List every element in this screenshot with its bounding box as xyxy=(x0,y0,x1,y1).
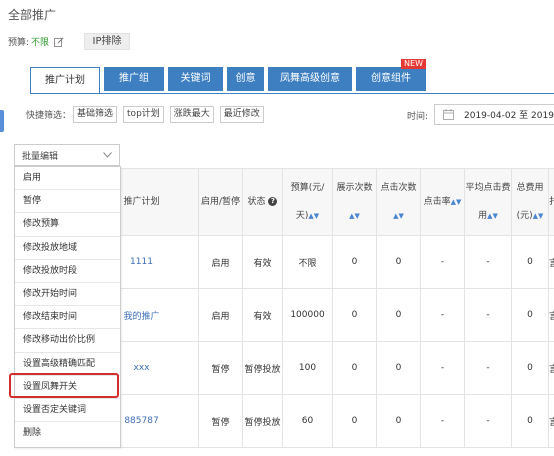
col-toggle: 启用/暂停 xyxy=(198,168,243,236)
tab-creative-components-label: 创意组件 xyxy=(371,73,411,84)
budget-cell[interactable]: 不限 xyxy=(282,235,333,289)
toggle-cell[interactable]: 启用 xyxy=(198,235,243,289)
ctr-cell: - xyxy=(420,288,465,342)
quick-filter-basic[interactable]: 基础筛选 xyxy=(73,106,118,123)
col-budget[interactable]: 预算(元/天)▲▼ xyxy=(282,168,333,236)
sort-icon[interactable]: ▲▼ xyxy=(349,212,360,220)
budget-cell[interactable]: 100 xyxy=(282,341,333,395)
chevron-down-icon xyxy=(103,152,112,158)
cost-cell: 0 xyxy=(511,341,549,395)
tab-keywords[interactable]: 关键词 xyxy=(168,67,223,91)
col-status: 状态 ? xyxy=(242,168,283,236)
sort-icon[interactable]: ▲▼ xyxy=(533,212,544,220)
sort-icon[interactable]: ▲▼ xyxy=(308,212,319,220)
edit-icon[interactable] xyxy=(54,37,64,47)
budget-cell[interactable]: 60 xyxy=(282,394,333,448)
status-cell: 有效 xyxy=(242,235,283,289)
col-status-label: 状态 xyxy=(247,197,266,207)
clicks-cell: 0 xyxy=(376,341,421,395)
menu-item-negative-keywords[interactable]: 设置否定关键词 xyxy=(15,399,120,423)
col-ctr-label: 点击率 xyxy=(423,197,451,207)
new-badge: NEW xyxy=(401,59,426,69)
menu-item-edit-start-time[interactable]: 修改开始时间 xyxy=(15,283,120,307)
extra-cell: 言 xyxy=(548,394,554,448)
toggle-cell[interactable]: 启用 xyxy=(198,288,243,342)
avg-cpc-cell: - xyxy=(464,341,512,395)
cost-cell: 0 xyxy=(511,288,549,342)
ctr-cell: - xyxy=(420,341,465,395)
extra-cell: 言 xyxy=(548,235,554,289)
quick-filter-label: 快捷筛选： xyxy=(26,111,72,121)
extra-cell: 言 xyxy=(548,288,554,342)
date-range-value: 2019-04-02 至 2019 xyxy=(464,111,554,121)
menu-item-edit-mobile-bid[interactable]: 修改移动出价比例 xyxy=(15,329,120,353)
impressions-cell: 0 xyxy=(332,394,377,448)
ctr-cell: - xyxy=(420,394,465,448)
bulk-edit-label: 批量编辑 xyxy=(22,151,59,162)
calendar-icon xyxy=(443,109,454,120)
ctr-cell: - xyxy=(420,235,465,289)
budget-row: 预算: 不限 xyxy=(8,35,64,48)
bulk-edit-select[interactable]: 批量编辑 xyxy=(14,144,120,166)
menu-item-enable[interactable]: 启用 xyxy=(15,167,120,191)
menu-item-edit-budget[interactable]: 修改预算 xyxy=(15,213,120,237)
quick-filter-recent[interactable]: 最近修改 xyxy=(219,106,264,123)
help-icon[interactable]: ? xyxy=(268,197,278,206)
ip-exclude-button[interactable]: IP排除 xyxy=(84,33,130,50)
col-ctr[interactable]: 点击率▲▼ xyxy=(420,168,465,236)
sort-icon[interactable]: ▲▼ xyxy=(487,212,498,220)
side-panel-handle[interactable] xyxy=(0,110,4,132)
sort-icon[interactable]: ▲▼ xyxy=(451,198,462,206)
clicks-cell: 0 xyxy=(376,394,421,448)
quick-filter-biggest-change[interactable]: 涨跌最大 xyxy=(169,106,214,123)
budget-value: 不限 xyxy=(31,38,50,48)
col-cost[interactable]: 总费用(元)▲▼ xyxy=(511,168,549,236)
menu-item-edit-region[interactable]: 修改投放地域 xyxy=(15,237,120,260)
avg-cpc-cell: - xyxy=(464,394,512,448)
tab-creatives[interactable]: 创意 xyxy=(227,67,264,91)
tab-bar: 推广计划 推广组 关键词 创意 凤舞高级创意 创意组件 NEW xyxy=(30,59,430,94)
tab-groups[interactable]: 推广组 xyxy=(104,67,164,91)
date-range-picker[interactable]: 2019-04-02 至 2019 xyxy=(434,104,554,125)
quick-filter-top[interactable]: top计划 xyxy=(123,106,164,123)
extra-cell: 言 xyxy=(548,341,554,395)
budget-cell[interactable]: 100000 xyxy=(282,288,333,342)
bulk-edit-menu: 启用 暂停 修改预算 修改投放地域 修改投放时段 修改开始时间 修改结束时间 修… xyxy=(14,166,121,448)
time-label: 时间: xyxy=(407,112,429,122)
impressions-cell: 0 xyxy=(332,235,377,289)
clicks-cell: 0 xyxy=(376,235,421,289)
impressions-cell: 0 xyxy=(332,341,377,395)
impressions-cell: 0 xyxy=(332,288,377,342)
col-clicks[interactable]: 点击次数 ▲▼ xyxy=(376,168,421,236)
tab-fengwu-creatives[interactable]: 凤舞高级创意 xyxy=(268,67,352,91)
col-impressions-label: 展示次数 xyxy=(336,183,373,193)
menu-item-pause[interactable]: 暂停 xyxy=(15,190,120,214)
quick-filter-row: 快捷筛选： 基础筛选 top计划 涨跌最大 最近修改 xyxy=(26,106,270,123)
tab-plans[interactable]: 推广计划 xyxy=(30,67,100,94)
cost-cell: 0 xyxy=(511,235,549,289)
toggle-cell[interactable]: 暂停 xyxy=(198,341,243,395)
sort-icon[interactable]: ▲▼ xyxy=(393,212,404,220)
menu-item-edit-end-time[interactable]: 修改结束时间 xyxy=(15,306,120,330)
toggle-cell[interactable]: 暂停 xyxy=(198,394,243,448)
tab-underline xyxy=(30,93,554,94)
avg-cpc-cell: - xyxy=(464,288,512,342)
col-clicks-label: 点击次数 xyxy=(380,183,417,193)
status-cell: 有效 xyxy=(242,288,283,342)
avg-cpc-cell: - xyxy=(464,235,512,289)
menu-item-delete[interactable]: 删除 xyxy=(15,422,120,445)
col-extra: 扌 xyxy=(548,168,554,236)
col-avg-cpc[interactable]: 平均点击费用▲▼ xyxy=(464,168,512,236)
status-cell: 暂停投放 xyxy=(242,394,283,448)
clicks-cell: 0 xyxy=(376,288,421,342)
col-impressions[interactable]: 展示次数 ▲▼ xyxy=(332,168,377,236)
status-cell: 暂停投放 xyxy=(242,341,283,395)
cost-cell: 0 xyxy=(511,394,549,448)
highlight-annotation xyxy=(9,373,119,398)
tab-creative-components[interactable]: 创意组件 NEW xyxy=(356,59,426,91)
menu-item-edit-schedule[interactable]: 修改投放时段 xyxy=(15,260,120,283)
budget-label: 预算: xyxy=(8,38,30,48)
page-title: 全部推广 xyxy=(8,8,57,22)
